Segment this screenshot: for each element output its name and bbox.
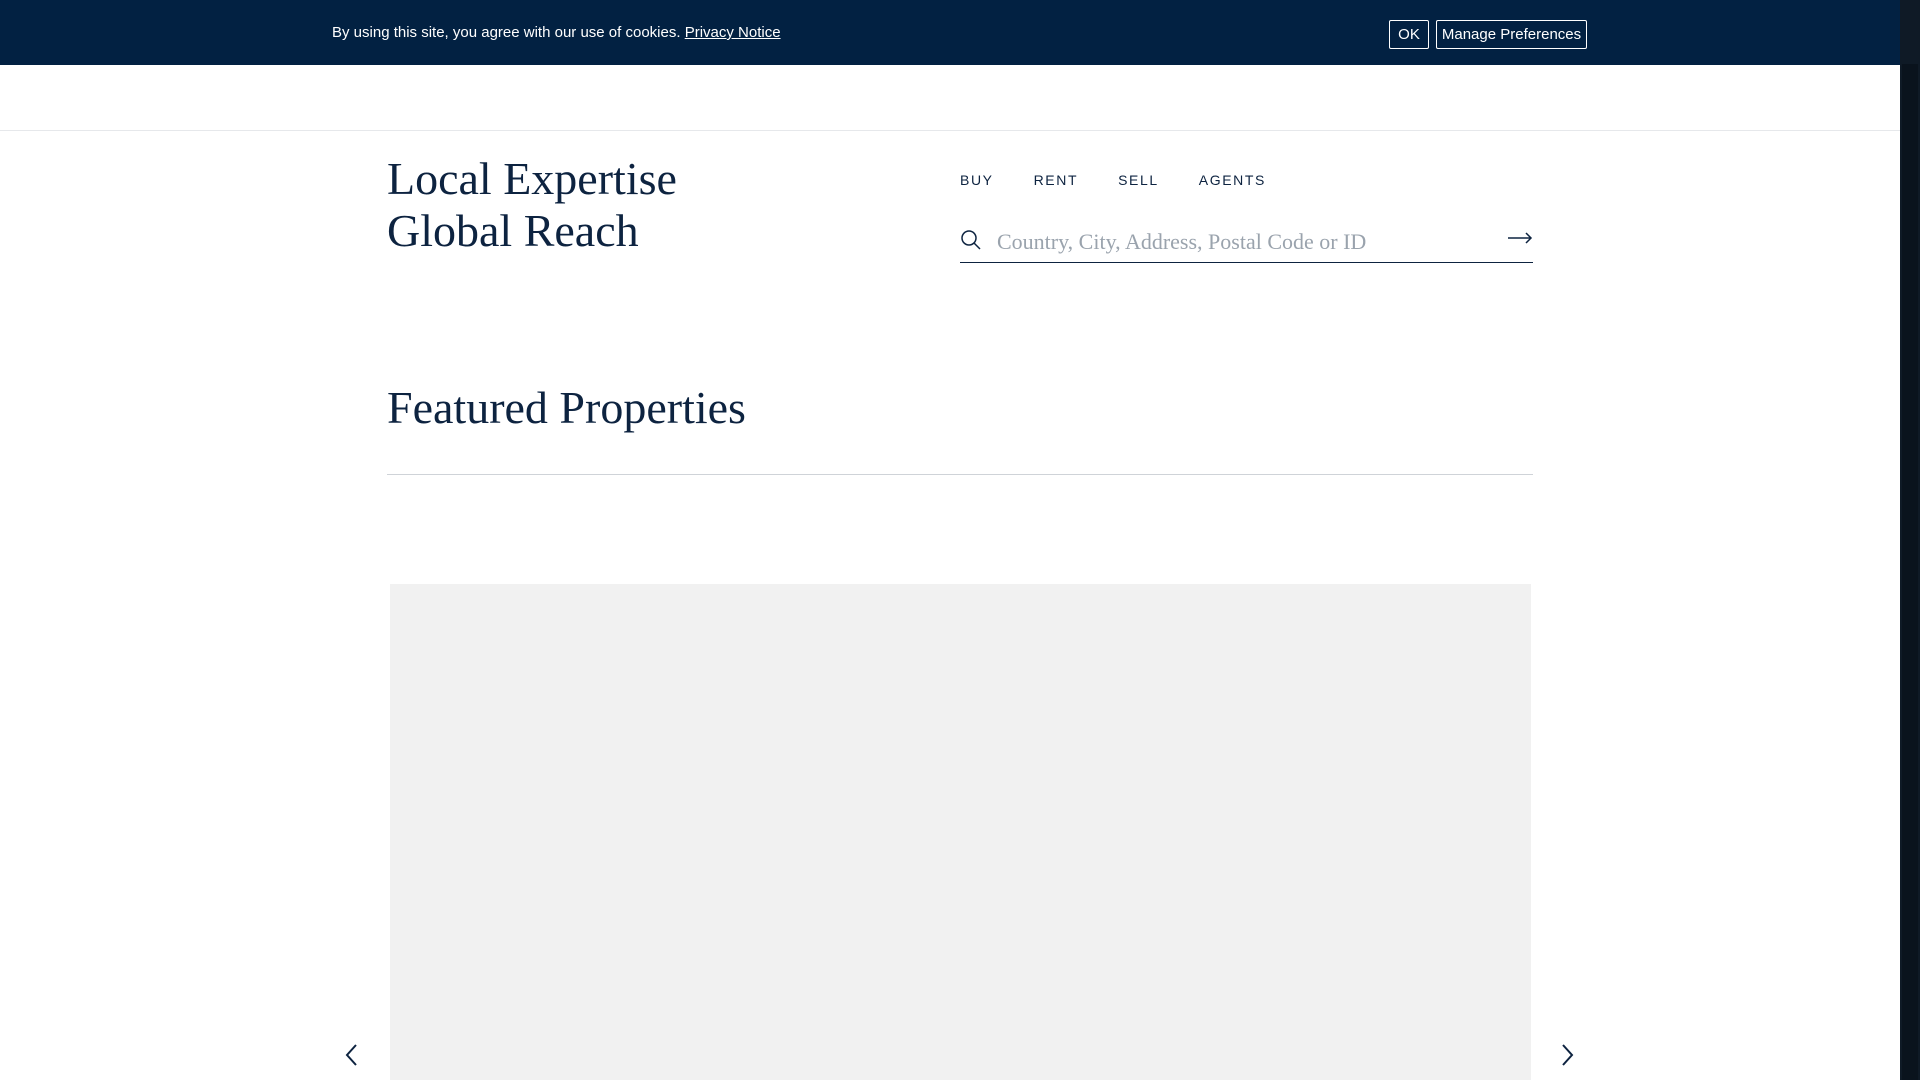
search-input[interactable] bbox=[995, 226, 1479, 258]
scrollbar-thumb[interactable] bbox=[1902, 64, 1918, 1080]
privacy-notice-link[interactable]: Privacy Notice bbox=[685, 24, 781, 41]
hero-title-line-1: Local Expertise bbox=[387, 153, 677, 204]
cookie-message: By using this site, you agree with our u… bbox=[332, 24, 781, 42]
chevron-right-icon[interactable] bbox=[1556, 1042, 1578, 1068]
manage-preferences-button[interactable]: Manage Preferences bbox=[1436, 20, 1587, 49]
chevron-left-icon[interactable] bbox=[341, 1042, 363, 1068]
nav-buy[interactable]: BUY bbox=[960, 172, 994, 188]
nav-rent[interactable]: RENT bbox=[1034, 172, 1079, 188]
featured-property-image[interactable] bbox=[390, 584, 1531, 1080]
nav-agents[interactable]: AGENTS bbox=[1199, 172, 1266, 188]
featured-properties-title: Featured Properties bbox=[387, 382, 746, 433]
search-type-nav: BUY RENT SELL AGENTS bbox=[960, 172, 1306, 188]
search-icon bbox=[961, 230, 981, 250]
nav-sell[interactable]: SELL bbox=[1118, 172, 1159, 188]
arrow-right-icon[interactable] bbox=[1507, 228, 1533, 248]
hero-title: Local Expertise Global Reach bbox=[387, 153, 807, 257]
cookie-ok-button[interactable]: OK bbox=[1389, 20, 1429, 49]
section-divider bbox=[387, 474, 1533, 475]
site-header bbox=[0, 65, 1900, 131]
cookie-banner: By using this site, you agree with our u… bbox=[0, 0, 1900, 65]
hero-title-line-2: Global Reach bbox=[387, 205, 639, 256]
cookie-message-text: By using this site, you agree with our u… bbox=[332, 24, 681, 41]
property-search-bar bbox=[960, 222, 1533, 263]
